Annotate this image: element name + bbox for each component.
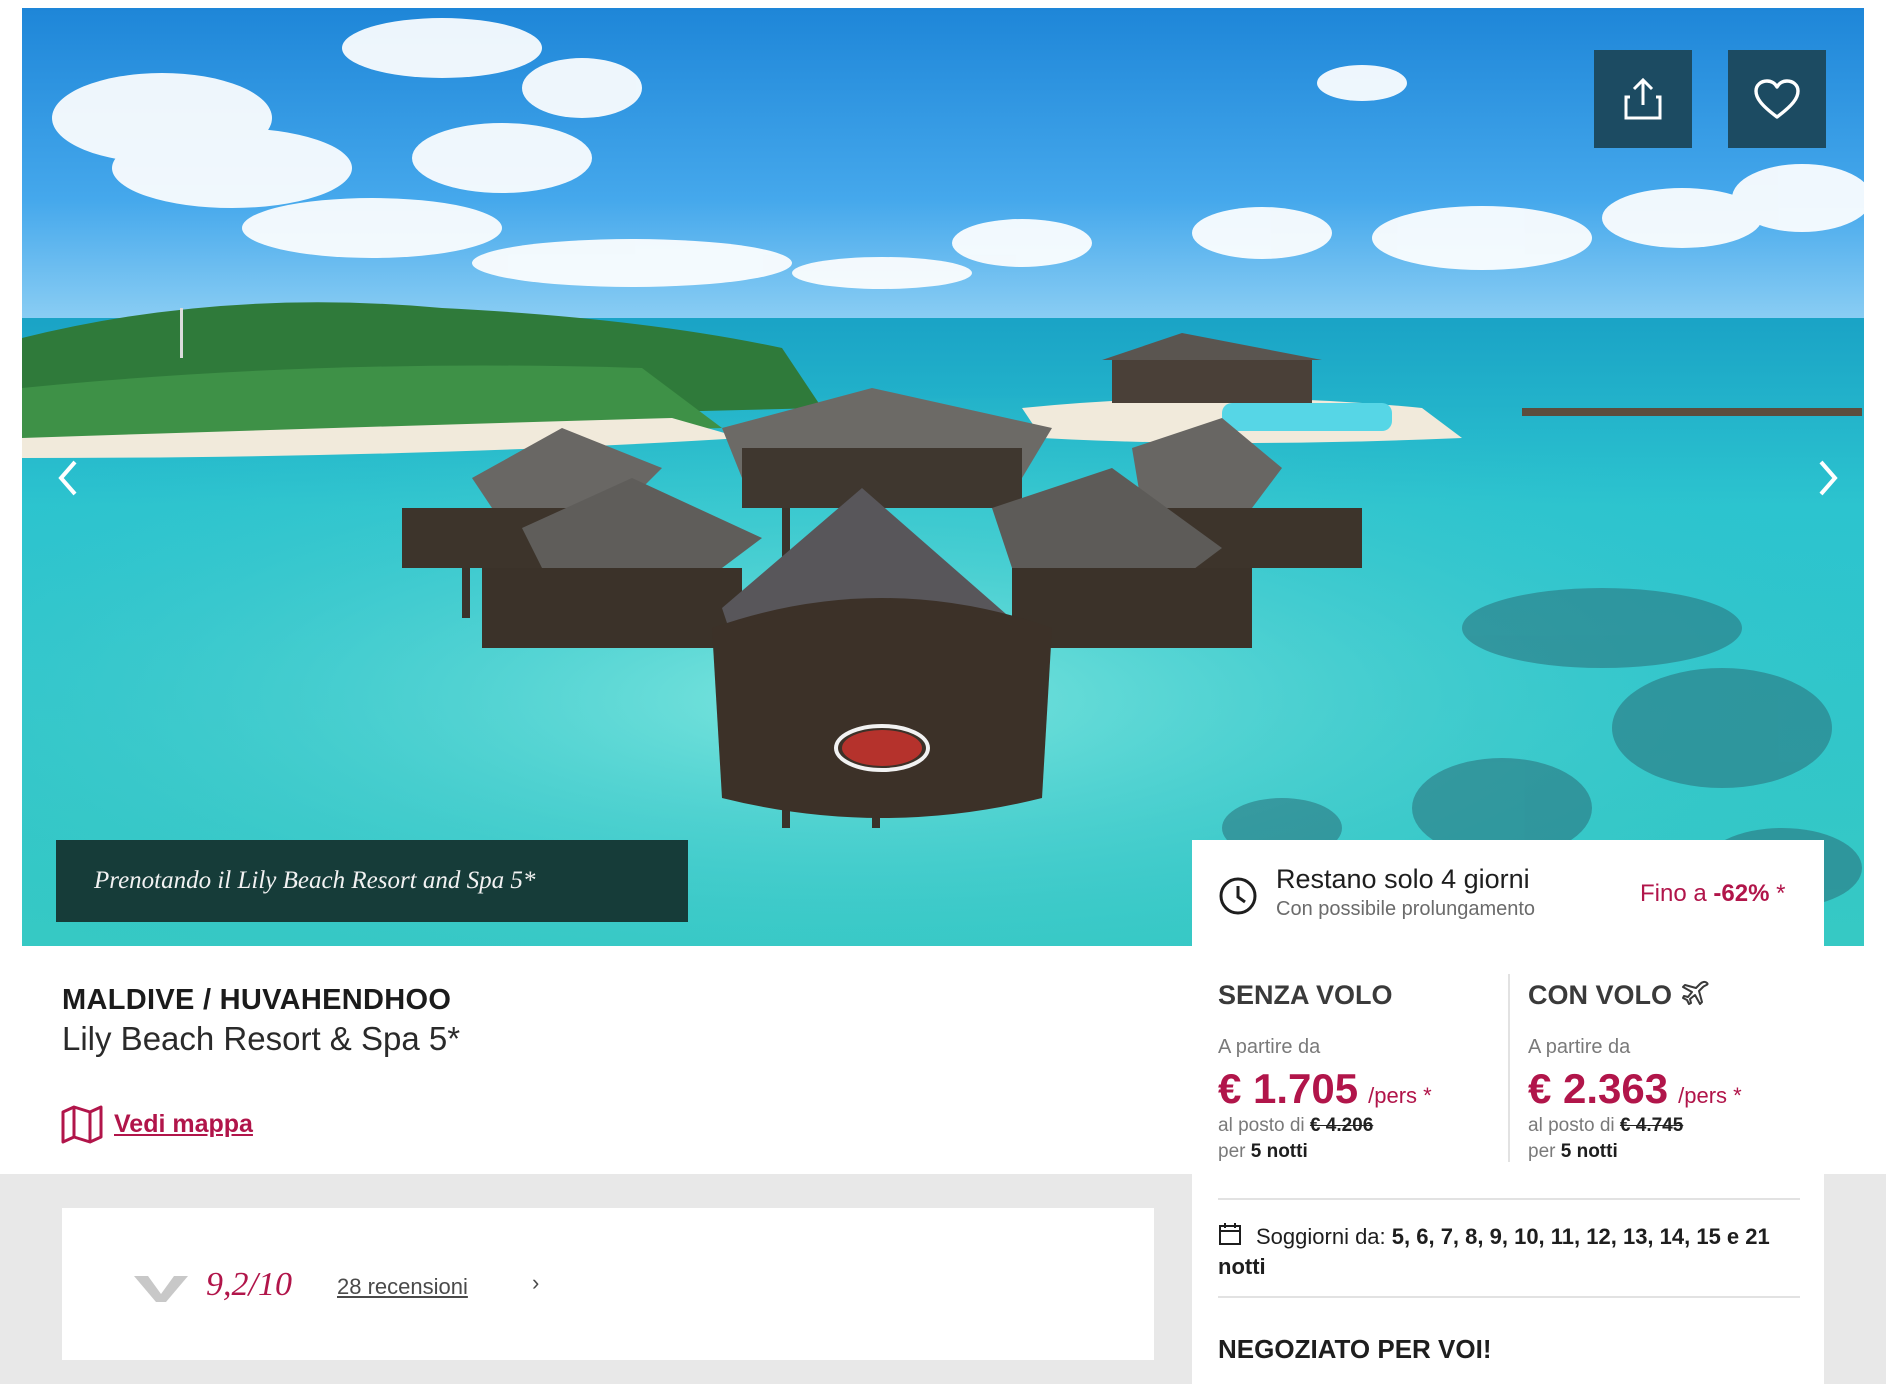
old-price: € 4.206	[1309, 1115, 1374, 1136]
hero-gallery[interactable]: Prenotando il Lily Beach Resort and Spa …	[22, 8, 1864, 946]
price-per-person: /pers *	[1678, 1083, 1742, 1108]
negotiated-heading: NEGOZIATO PER VOI!	[1218, 1334, 1492, 1364]
price-row: € 2.363 /pers *	[1528, 1065, 1808, 1113]
from-label: A partire da	[1528, 1036, 1631, 1058]
nights-line: per 5 notti	[1218, 1141, 1498, 1163]
review-brand-logo-icon	[134, 1276, 188, 1302]
hero-caption-text: Prenotando il Lily Beach Resort and Spa …	[94, 867, 536, 894]
chevron-left-icon	[58, 460, 77, 496]
option-title-row: CON VOLO	[1528, 978, 1808, 1012]
price-per-person: /pers *	[1368, 1083, 1432, 1108]
view-map-link[interactable]: Vedi mappa	[60, 1104, 253, 1144]
nights-value: 5 notti	[1250, 1141, 1308, 1162]
stays-label: Soggiorni da:	[1256, 1224, 1386, 1249]
option-title: SENZA VOLO	[1218, 979, 1393, 1010]
divider	[1218, 1198, 1800, 1200]
share-icon	[1624, 77, 1662, 120]
hero-image	[22, 8, 1864, 946]
price-option-with-flight[interactable]: CON VOLO A partire da € 2.363 /pers * al…	[1528, 978, 1808, 1163]
discount-suffix: *	[1776, 880, 1786, 907]
page: Prenotando il Lily Beach Resort and Spa …	[0, 0, 1886, 1384]
old-price-line: al posto di € 4.206	[1218, 1115, 1498, 1137]
heart-icon	[1754, 79, 1800, 119]
review-score: 9,2/10	[206, 1266, 292, 1303]
per-label: per	[1218, 1141, 1246, 1162]
from-label: A partire da	[1218, 1036, 1321, 1058]
column-divider	[1508, 974, 1510, 1162]
calendar-icon	[1219, 1223, 1241, 1245]
divider	[1218, 1296, 1800, 1298]
hotel-location: MALDIVE / HUVAHENDHOO	[62, 984, 452, 1016]
price-option-without-flight[interactable]: SENZA VOLO A partire da € 1.705 /pers * …	[1218, 978, 1498, 1163]
airplane-icon	[1682, 980, 1709, 1005]
urgency-banner: Restano solo 4 giorni Con possibile prol…	[1192, 840, 1824, 946]
old-price-line: al posto di € 4.745	[1528, 1115, 1808, 1137]
price-value: € 2.363	[1528, 1065, 1669, 1112]
price-row: € 1.705 /pers *	[1218, 1065, 1498, 1113]
nights-value: 5 notti	[1560, 1141, 1618, 1162]
reviews-card: 9,2/10 28 recensioni ›	[62, 1208, 1154, 1360]
urgency-title: Restano solo 4 giorni	[1276, 864, 1530, 894]
hotel-name: Lily Beach Resort & Spa 5*	[62, 1020, 461, 1057]
gallery-next-button[interactable]	[1808, 448, 1848, 508]
discount-value: -62%	[1713, 880, 1770, 907]
instead-label: al posto di	[1528, 1115, 1615, 1136]
offer-panel: Restano solo 4 giorni Con possibile prol…	[1192, 840, 1824, 1384]
option-title: CON VOLO	[1528, 979, 1673, 1010]
nights-line: per 5 notti	[1528, 1141, 1808, 1163]
discount-badge: Fino a -62% *	[1640, 880, 1785, 908]
map-icon	[61, 1105, 103, 1144]
chevron-right-icon	[1819, 460, 1838, 496]
reviews-count-link[interactable]: 28 recensioni	[337, 1274, 468, 1300]
share-button[interactable]	[1594, 50, 1692, 148]
clock-icon	[1219, 877, 1257, 915]
discount-prefix: Fino a	[1640, 880, 1707, 907]
per-label: per	[1528, 1141, 1556, 1162]
price-value: € 1.705	[1218, 1065, 1359, 1112]
urgency-subtitle: Con possibile prolungamento	[1276, 898, 1536, 920]
old-price: € 4.745	[1619, 1115, 1684, 1136]
view-map-label[interactable]: Vedi mappa	[114, 1110, 253, 1139]
gallery-prev-button[interactable]	[48, 448, 88, 508]
hero-caption: Prenotando il Lily Beach Resort and Spa …	[56, 840, 688, 922]
chevron-right-icon[interactable]: ›	[532, 1270, 539, 1296]
stay-durations: Soggiorni da: 5, 6, 7, 8, 9, 10, 11, 12,…	[1218, 1222, 1808, 1282]
instead-label: al posto di	[1218, 1115, 1305, 1136]
favorite-button[interactable]	[1728, 50, 1826, 148]
